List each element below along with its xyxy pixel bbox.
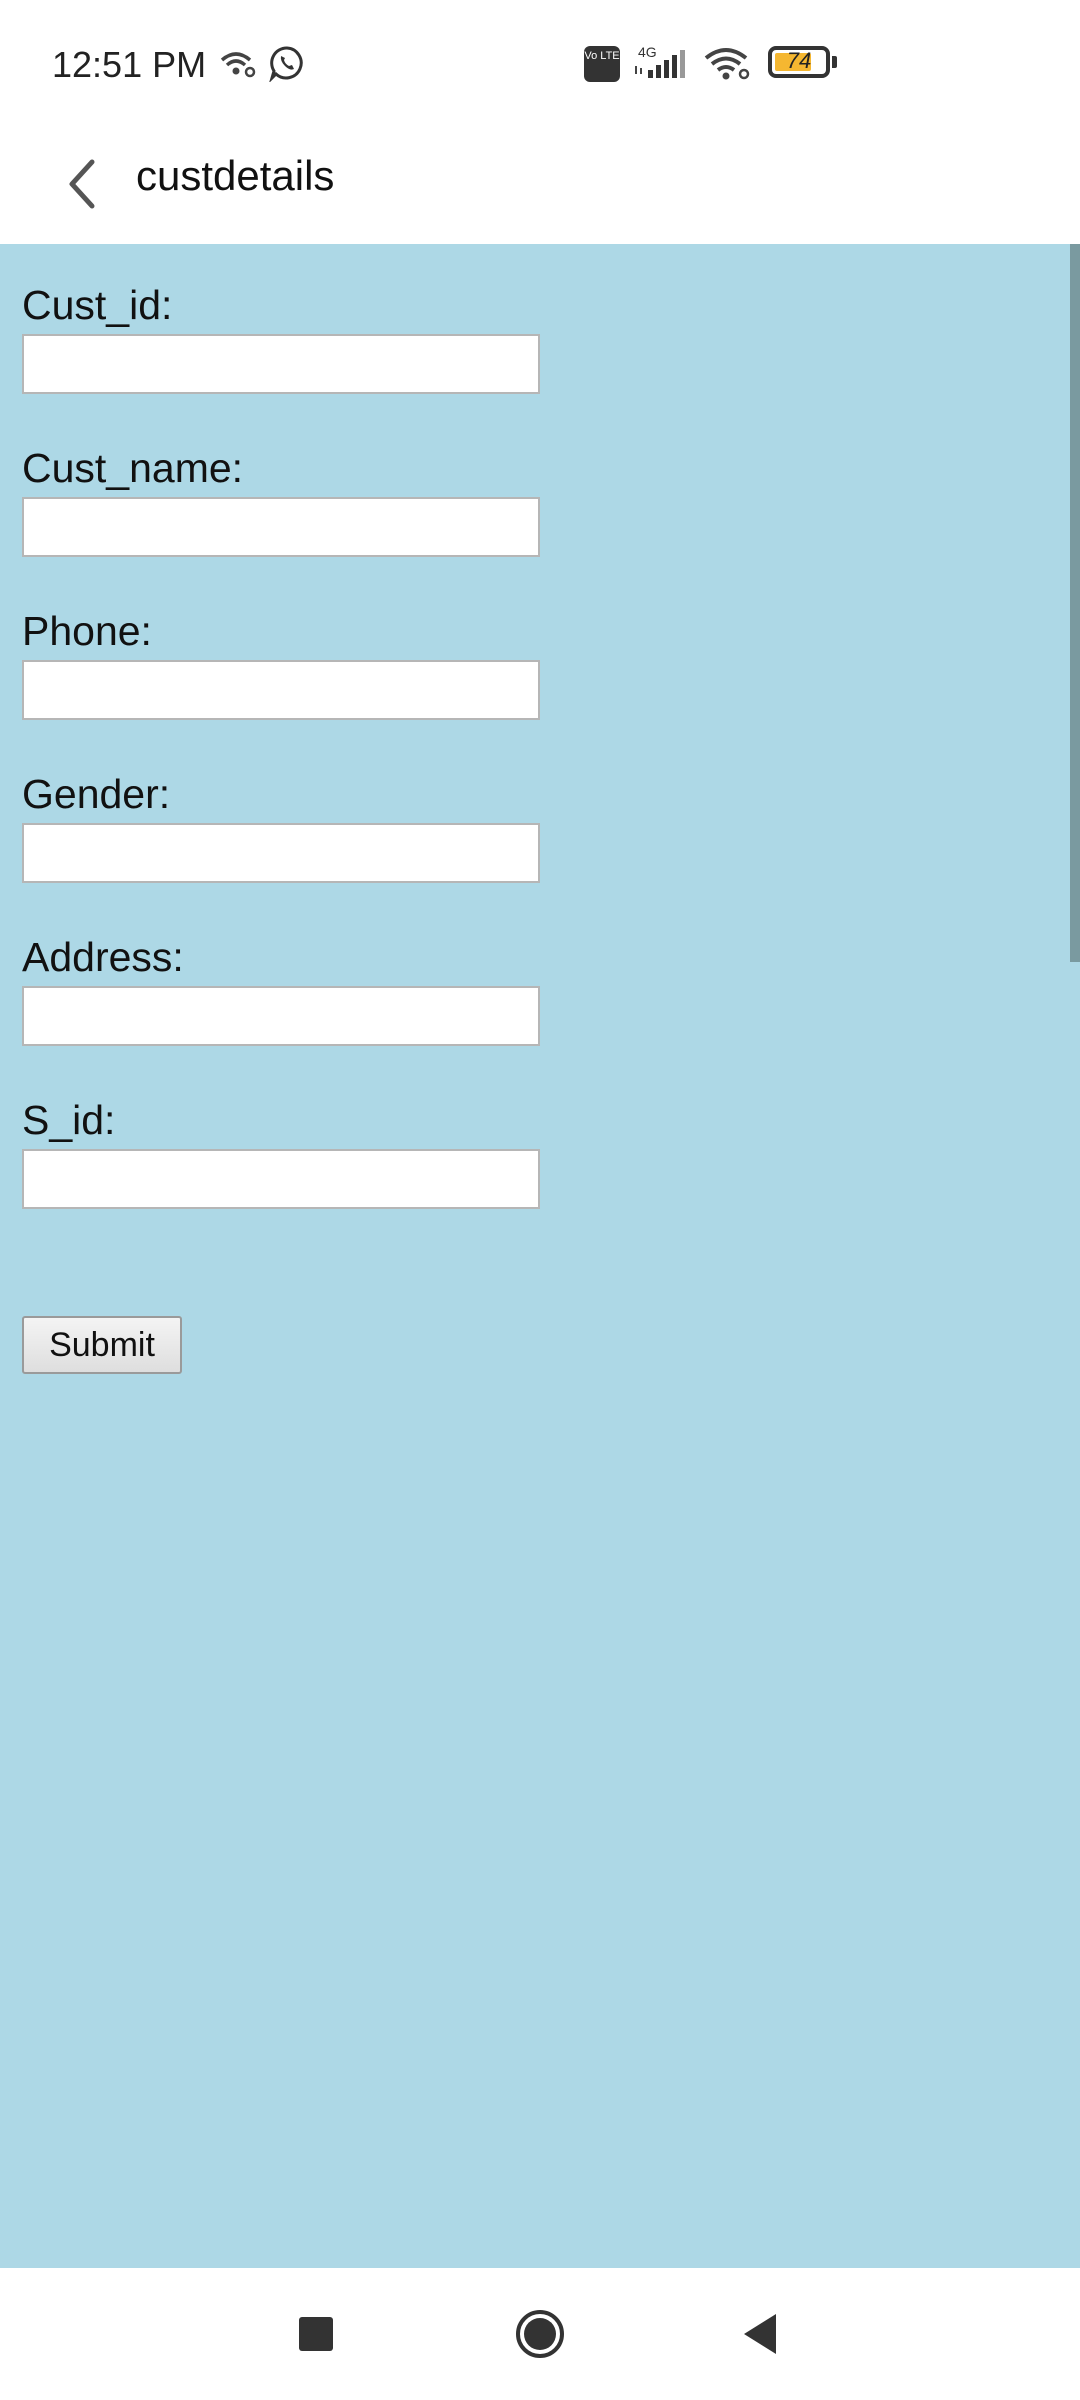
cust-id-label: Cust_id: [22,282,173,328]
whatsapp-icon [269,46,303,82]
battery-tip [832,56,837,68]
phone-input[interactable] [22,660,540,720]
scrollbar[interactable] [1070,244,1080,962]
page-title: custdetails [136,152,335,199]
home-button[interactable] [480,2268,600,2400]
volte-label: Vo LTE [584,50,620,62]
s-id-input[interactable] [22,1149,540,1209]
cust-id-input[interactable] [22,334,540,394]
field-gender: Gender: [22,771,540,883]
nav-back-button[interactable] [700,2268,820,2400]
signal-icon [635,50,685,78]
recent-apps-icon [299,2317,333,2351]
battery-level: 74 [786,48,812,73]
address-label: Address: [22,934,184,980]
back-button[interactable] [52,144,112,224]
submit-button[interactable]: Submit [22,1316,182,1374]
volte-icon: Vo LTE [584,46,620,82]
field-cust-name: Cust_name: [22,445,540,557]
cust-name-input[interactable] [22,497,540,557]
nav-bar [0,2268,1080,2400]
wifi-icon [704,48,750,80]
form-container: Cust_id: Cust_name: Phone: Gender: Addre… [0,244,1080,2268]
cust-name-label: Cust_name: [22,445,244,491]
app-bar: custdetails [0,128,1080,244]
battery-icon: 74 [768,46,830,78]
field-s-id: S_id: [22,1097,540,1209]
hotspot-icon [220,52,256,78]
gender-input[interactable] [22,823,540,883]
field-cust-id: Cust_id: [22,282,540,394]
back-icon [744,2314,776,2354]
phone-label: Phone: [22,608,152,654]
field-phone: Phone: [22,608,540,720]
chevron-left-icon [69,159,95,209]
home-icon [516,2310,564,2358]
address-input[interactable] [22,986,540,1046]
s-id-label: S_id: [22,1097,116,1143]
field-address: Address: [22,934,540,1046]
recent-apps-button[interactable] [256,2268,376,2400]
gender-label: Gender: [22,771,171,817]
status-bar: 12:51 PM Vo LTE 4G 74 [0,0,1080,128]
status-time: 12:51 PM [52,44,207,85]
